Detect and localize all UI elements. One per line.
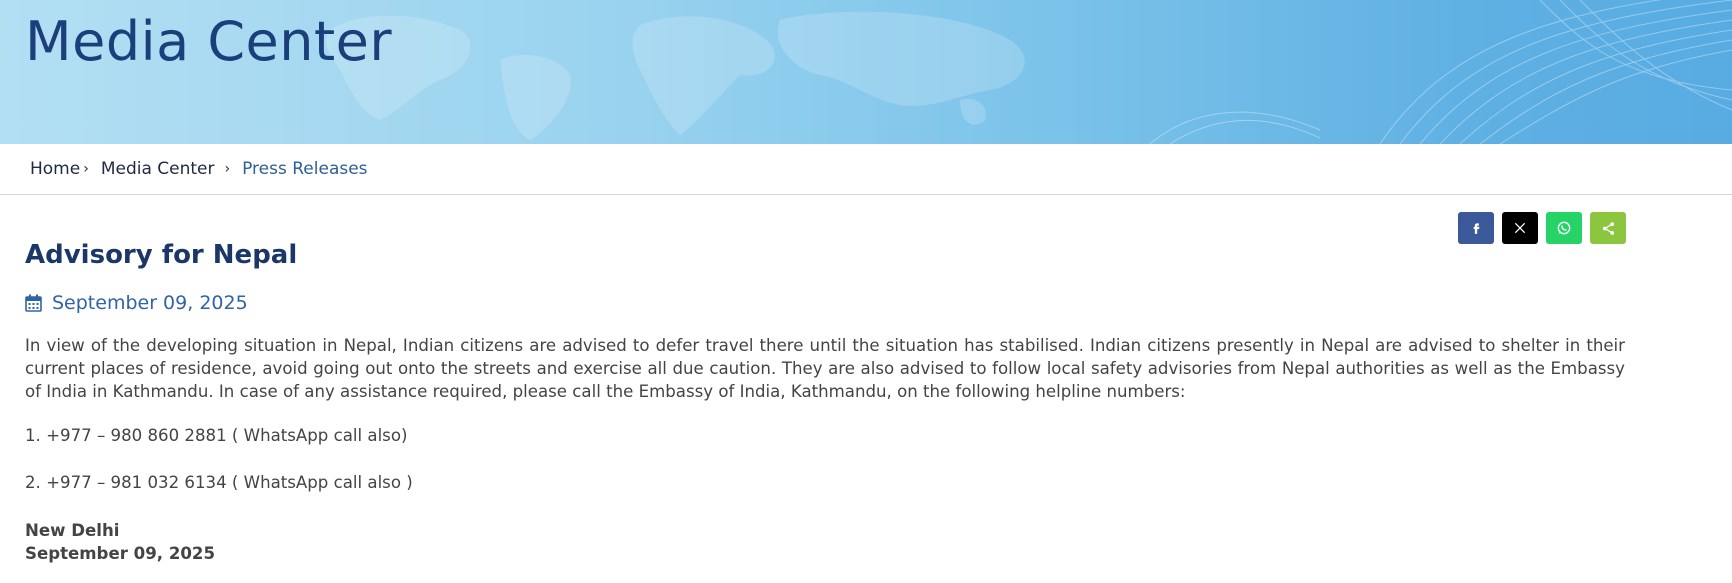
sign-date: September 09, 2025 xyxy=(25,544,216,563)
breadcrumb-press-releases[interactable]: Press Releases xyxy=(242,159,367,179)
breadcrumb-home[interactable]: Home xyxy=(30,159,80,179)
facebook-icon xyxy=(1473,223,1480,234)
breadcrumb-separator: › xyxy=(224,161,231,177)
facebook-share-button[interactable] xyxy=(1458,212,1494,244)
x-icon xyxy=(1514,222,1526,234)
helpline-1: 1. +977 – 980 860 2881 ( WhatsApp call a… xyxy=(25,426,408,445)
sign-place: New Delhi xyxy=(25,521,120,540)
article-date-row: September 09, 2025 xyxy=(25,292,248,314)
whatsapp-share-button[interactable] xyxy=(1546,212,1582,244)
banner-title: Media Center xyxy=(25,10,393,73)
breadcrumb-separator: › xyxy=(83,161,89,177)
share-bar xyxy=(1458,212,1626,244)
page-banner: Media Center xyxy=(0,0,1732,144)
breadcrumb-media-center[interactable]: Media Center xyxy=(101,159,215,179)
calendar-icon xyxy=(25,294,42,312)
generic-share-button[interactable] xyxy=(1590,212,1626,244)
helpline-2: 2. +977 – 981 032 6134 ( WhatsApp call a… xyxy=(25,473,413,492)
whatsapp-icon xyxy=(1557,221,1571,235)
article-date: September 09, 2025 xyxy=(52,292,248,314)
article-title: Advisory for Nepal xyxy=(25,240,298,270)
article-body: In view of the developing situation in N… xyxy=(25,336,1625,401)
breadcrumb: Home › Media Center › Press Releases xyxy=(0,144,1732,195)
x-share-button[interactable] xyxy=(1502,212,1538,244)
share-icon xyxy=(1602,221,1614,235)
